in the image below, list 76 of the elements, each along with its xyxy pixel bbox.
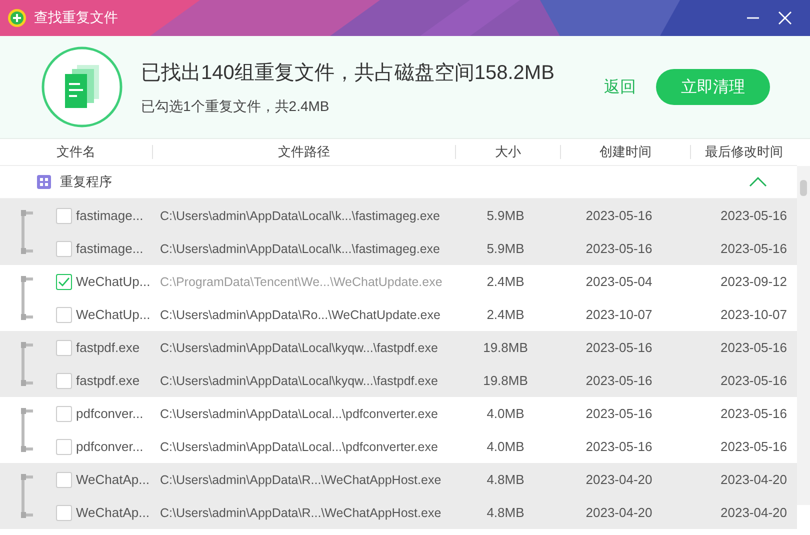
file-size: 5.9MB <box>486 241 526 256</box>
column-header[interactable]: 创建时间 <box>560 145 690 159</box>
created-date: 2023-05-16 <box>584 406 654 421</box>
modified-date: 2023-05-16 <box>720 340 788 355</box>
created-date: 2023-05-16 <box>584 340 654 355</box>
checkbox[interactable] <box>56 472 72 488</box>
file-size: 2.4MB <box>486 307 526 322</box>
app-logo-icon <box>8 9 26 27</box>
file-name: fastimage... <box>75 241 144 256</box>
column-header[interactable]: 最后修改时间 <box>690 145 797 159</box>
file-size: 19.8MB <box>482 373 529 388</box>
created-date: 2023-04-20 <box>584 472 654 487</box>
checkbox[interactable] <box>56 438 72 454</box>
window-title: 查找重复文件 <box>34 9 119 27</box>
file-size: 4.8MB <box>486 472 526 487</box>
checkbox[interactable] <box>56 372 72 388</box>
file-name: fastpdf.exe <box>75 373 141 388</box>
file-name: fastpdf.exe <box>75 340 141 355</box>
file-path: C:\Users\admin\AppData\Local\k...\fastimageg.exe <box>159 242 441 256</box>
checkbox[interactable] <box>56 240 72 256</box>
column-header[interactable]: 大小 <box>455 145 560 159</box>
selection-summary: 已勾选1个重复文件，共2.4MB <box>141 98 330 116</box>
file-path: C:\Users\admin\AppData\R...\WeChatAppHost.exe <box>159 472 442 486</box>
file-path: C:\Users\admin\AppData\R...\WeChatAppHost.exe <box>159 506 442 520</box>
file-size: 2.4MB <box>486 274 526 289</box>
file-path: C:\ProgramData\Tencent\We...\WeChatUpdate.exe <box>159 274 444 288</box>
scrollbar[interactable] <box>797 166 810 505</box>
file-name: WeChatAp... <box>75 505 150 520</box>
checkbox[interactable] <box>56 274 72 290</box>
modified-date: 2023-05-16 <box>720 439 788 454</box>
modified-date: 2023-09-12 <box>720 274 788 289</box>
scrollbar-thumb[interactable] <box>800 180 807 196</box>
file-size: 4.8MB <box>486 505 526 520</box>
file-size: 5.9MB <box>486 208 526 223</box>
modified-date: 2023-04-20 <box>720 472 788 487</box>
created-date: 2023-10-07 <box>584 307 654 322</box>
documents-icon <box>41 46 123 128</box>
file-name: WeChatUp... <box>75 274 152 289</box>
modified-date: 2023-05-16 <box>720 373 788 388</box>
file-size: 4.0MB <box>486 439 526 454</box>
modified-date: 2023-05-16 <box>720 406 788 421</box>
created-date: 2023-05-16 <box>584 373 654 388</box>
grid-icon <box>37 175 51 189</box>
category-label: 重复程序 <box>60 173 113 191</box>
created-date: 2023-05-16 <box>584 208 654 223</box>
file-name: fastimage... <box>75 208 144 223</box>
modified-date: 2023-05-16 <box>720 208 788 223</box>
file-path: C:\Users\admin\AppData\Ro...\WeChatUpdate.exe <box>159 308 442 322</box>
created-date: 2023-05-16 <box>584 241 654 256</box>
modified-date: 2023-04-20 <box>720 505 788 520</box>
file-path: C:\Users\admin\AppData\Local...\pdfconverter.exe <box>159 440 439 454</box>
collapse-chevron-icon[interactable] <box>749 177 767 187</box>
file-size: 4.0MB <box>486 406 526 421</box>
file-path: C:\Users\admin\AppData\Local\k...\fastimageg.exe <box>159 208 441 222</box>
modified-date: 2023-10-07 <box>720 307 788 322</box>
checkbox[interactable] <box>56 208 72 224</box>
file-name: pdfconver... <box>75 439 144 454</box>
close-icon[interactable] <box>778 11 792 25</box>
file-name: pdfconver... <box>75 406 144 421</box>
checkbox[interactable] <box>56 504 72 520</box>
checkbox[interactable] <box>56 406 72 422</box>
created-date: 2023-05-04 <box>584 274 654 289</box>
checkbox[interactable] <box>56 340 72 356</box>
created-date: 2023-04-20 <box>584 505 654 520</box>
created-date: 2023-05-16 <box>584 439 654 454</box>
file-path: C:\Users\admin\AppData\Local\kyqw...\fastpdf.exe <box>159 374 439 388</box>
checkbox[interactable] <box>56 306 72 322</box>
file-path: C:\Users\admin\AppData\Local\kyqw...\fastpdf.exe <box>159 340 439 354</box>
file-name: WeChatAp... <box>75 472 150 487</box>
summary-headline: 已找出140组重复文件，共占磁盘空间158.2MB <box>141 60 556 86</box>
column-header[interactable]: 文件路径 <box>152 145 455 159</box>
file-size: 19.8MB <box>482 340 529 355</box>
column-header[interactable]: 文件名 <box>0 145 152 159</box>
file-path: C:\Users\admin\AppData\Local...\pdfconverter.exe <box>159 406 439 420</box>
file-name: WeChatUp... <box>75 307 152 322</box>
modified-date: 2023-05-16 <box>720 241 788 256</box>
